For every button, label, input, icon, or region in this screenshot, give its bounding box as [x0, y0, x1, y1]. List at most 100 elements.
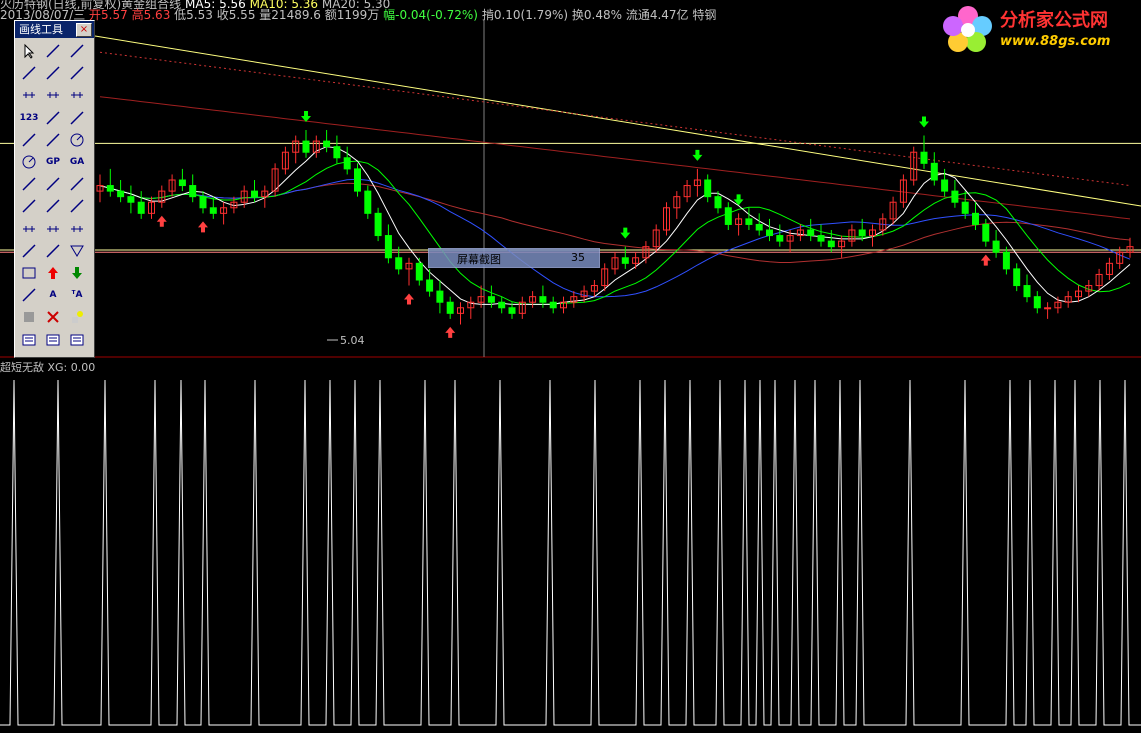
tool-bars-c-icon[interactable]: [67, 219, 87, 239]
tool-num-123-icon[interactable]: 123: [19, 108, 39, 128]
float-label: 流通4.47亿: [625, 8, 689, 22]
candle-body: [127, 196, 135, 203]
tool-ga-icon[interactable]: GA: [67, 152, 87, 172]
amplitude-label: 掯0.10(1.79%): [481, 8, 569, 22]
tool-fan-c-icon[interactable]: [67, 196, 87, 216]
low-price-label: 5.04: [340, 334, 365, 347]
tool-ruler-icon[interactable]: [43, 330, 63, 350]
tool-line-icon[interactable]: [43, 41, 63, 61]
tool-list-icon[interactable]: [19, 330, 39, 350]
sell-arrow-icon: [620, 227, 631, 239]
tool-circle-dot-icon[interactable]: [67, 130, 87, 150]
tool-fan-d-icon[interactable]: [19, 241, 39, 261]
candle-body: [1002, 251, 1010, 270]
candle-body: [745, 218, 753, 225]
buy-arrow-icon: [445, 326, 456, 338]
buy-arrow-icon: [404, 293, 414, 305]
candle-body: [106, 185, 114, 192]
volume-label: 量21489.6: [259, 8, 321, 22]
candle-body: [415, 262, 423, 281]
tool-bars-a-icon[interactable]: [19, 219, 39, 239]
header-line-2: 2013/08/07/三 开5.57 高5.63 低5.53 收5.55 量21…: [0, 8, 716, 22]
candle-body: [755, 223, 763, 231]
tool-fan-b-icon[interactable]: [43, 196, 63, 216]
candle-body: [972, 212, 979, 225]
tool-plane-icon[interactable]: [19, 285, 39, 305]
tool-text-a-icon[interactable]: A: [43, 285, 63, 305]
tool-parallel-a-icon[interactable]: [43, 108, 63, 128]
tool-bars-b-icon[interactable]: [43, 219, 63, 239]
tool-parallel-c-icon[interactable]: [19, 130, 39, 150]
candle-body: [961, 201, 969, 214]
toolbar-title[interactable]: 画线工具 ×: [15, 21, 94, 38]
candle-body: [199, 196, 207, 209]
tool-cycle-icon[interactable]: [19, 152, 39, 172]
tool-delete-icon[interactable]: [43, 307, 63, 327]
candle-body: [508, 307, 516, 314]
tool-label: ᵀA: [71, 290, 83, 301]
tool-label: GA: [69, 157, 85, 167]
tool-ray-icon[interactable]: [67, 41, 87, 61]
candle-body: [1023, 285, 1031, 298]
tool-hline-a-icon[interactable]: [19, 85, 39, 105]
xg-signal-line: [0, 379, 1141, 726]
tool-pen-dot-icon[interactable]: [67, 307, 87, 327]
tool-parallel-b-icon[interactable]: [67, 108, 87, 128]
buy-arrow-icon: [156, 215, 167, 227]
candle-body: [704, 179, 712, 198]
candle-body: [724, 207, 732, 225]
tool-fan-a-icon[interactable]: [19, 196, 39, 216]
candle-body: [992, 240, 1000, 253]
candle-body: [117, 190, 125, 198]
tool-arrow-line2-icon[interactable]: [43, 63, 63, 83]
amount-label: 额1199万: [324, 8, 380, 22]
candle-body: [374, 212, 382, 237]
trend-line: [94, 35, 1141, 207]
tool-arc-icon[interactable]: [43, 130, 63, 150]
tool-pointer-icon[interactable]: [19, 41, 39, 61]
tool-fan-e-icon[interactable]: [43, 241, 63, 261]
tool-arrow-line-icon[interactable]: [19, 63, 39, 83]
change-label: 幅-0.04(-0.72%): [383, 8, 478, 22]
candle-body: [982, 223, 990, 242]
toolbar-close-button[interactable]: ×: [76, 23, 92, 37]
tool-gold-c-icon[interactable]: [67, 174, 87, 194]
toolbar-title-text: 画线工具: [19, 23, 63, 36]
tool-down-arrow-icon[interactable]: [67, 263, 87, 283]
drawing-toolbar[interactable]: 画线工具 × 123 GP GA AᵀA: [14, 20, 95, 358]
tool-up-arrow-icon[interactable]: [43, 263, 63, 283]
candle-body: [766, 229, 773, 237]
screenshot-tooltip[interactable]: 屏幕截图 35: [428, 248, 600, 268]
candle-body: [549, 301, 557, 309]
ma120-dotted-line: [99, 51, 1131, 187]
tool-label: GP: [46, 157, 60, 167]
candle-body: [1044, 307, 1052, 310]
candle-body: [364, 190, 372, 214]
tool-gp-icon[interactable]: GP: [43, 152, 63, 172]
chart-stage: 5.04 火历特钢(日线,前复权)黄金组合线 MA5: 5.56 MA10: 5…: [0, 0, 1141, 733]
tool-gray-box-icon[interactable]: [19, 307, 39, 327]
tool-text-b-icon[interactable]: ᵀA: [67, 285, 87, 305]
candle-body: [827, 240, 835, 248]
tool-rect-icon[interactable]: [19, 263, 39, 283]
high-label: 高5.63: [131, 8, 171, 22]
chart-canvas[interactable]: 5.04: [0, 0, 1141, 733]
tool-segment-icon[interactable]: [67, 63, 87, 83]
candle-body: [333, 146, 341, 159]
candle-body: [1013, 268, 1021, 287]
candle-body: [930, 162, 938, 181]
candle-body: [621, 257, 629, 264]
tool-gold-a-icon[interactable]: [19, 174, 39, 194]
tool-hline-c-icon[interactable]: [67, 85, 87, 105]
candle-body: [426, 279, 434, 292]
tool-gold-b-icon[interactable]: [43, 174, 63, 194]
flower-logo-icon: [940, 4, 996, 56]
sell-arrow-icon: [919, 116, 929, 128]
candle-body: [189, 185, 197, 198]
stock-name-label: 特钢: [692, 8, 717, 22]
tool-hline-b-icon[interactable]: [43, 85, 63, 105]
candle-body: [1033, 296, 1041, 309]
tool-triangle-icon[interactable]: [67, 241, 87, 261]
tool-money-icon[interactable]: [67, 330, 87, 350]
candle-body: [776, 235, 784, 242]
